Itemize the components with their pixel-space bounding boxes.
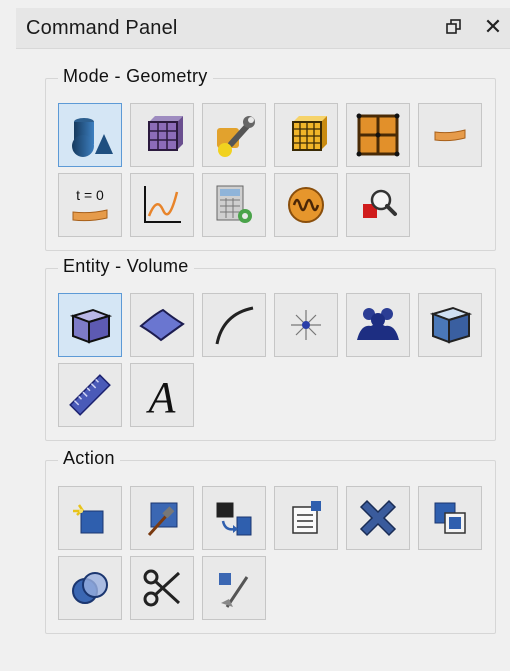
body-cube-icon — [429, 306, 473, 344]
boolean-action-button[interactable] — [58, 556, 122, 620]
restore-window-icon[interactable] — [443, 16, 465, 38]
group-people-icon — [357, 308, 399, 340]
inspect-mode-button[interactable] — [346, 173, 410, 237]
entity-volume-group: Entity - Volume A — [45, 256, 496, 441]
geometry-mode-button[interactable] — [58, 103, 122, 167]
ruler-icon — [69, 374, 111, 416]
body-entity-button[interactable] — [418, 293, 482, 357]
magnifier-icon — [363, 189, 397, 218]
transform-action-button[interactable] — [202, 486, 266, 550]
mode-group-label: Mode - Geometry — [58, 66, 213, 87]
geometry-shapes-icon — [72, 118, 113, 157]
text-label-icon: A — [146, 373, 177, 420]
modify-hammer-icon — [147, 502, 178, 537]
volume-entity-button[interactable] — [58, 293, 122, 357]
surface-icon — [139, 308, 185, 342]
wrench-material-icon — [217, 116, 255, 157]
cleanup-action-button[interactable] — [202, 556, 266, 620]
delete-x-icon — [359, 499, 397, 537]
boolean-rings-icon — [72, 572, 108, 604]
beam-icon — [434, 129, 466, 142]
curve-entity-button[interactable] — [202, 293, 266, 357]
cut-action-button[interactable] — [130, 556, 194, 620]
analysis-plot-mode-button[interactable] — [130, 173, 194, 237]
mesh-mode-button[interactable] — [130, 103, 194, 167]
action-group-label: Action — [58, 448, 120, 469]
create-sparkle-icon — [73, 504, 104, 534]
calculator-gear-icon — [216, 185, 252, 223]
orange-mesh-cube-icon — [292, 116, 327, 151]
copy-action-button[interactable] — [418, 486, 482, 550]
close-icon[interactable]: ✕ — [482, 16, 504, 38]
mode-geometry-group: Mode - Geometry t = 0 — [45, 66, 496, 251]
group-entity-button[interactable] — [346, 293, 410, 357]
measure-entity-button[interactable] — [58, 363, 122, 427]
entity-group-label: Entity - Volume — [58, 256, 194, 277]
boundary-conditions-mode-button[interactable] — [418, 103, 482, 167]
analysis-setup-mode-button[interactable] — [202, 173, 266, 237]
label-entity-button[interactable]: A — [130, 363, 194, 427]
properties-mode-button[interactable] — [202, 103, 266, 167]
surface-entity-button[interactable] — [130, 293, 194, 357]
curve-icon — [215, 306, 254, 345]
signal-mode-button[interactable] — [274, 173, 338, 237]
properties-action-button[interactable] — [274, 486, 338, 550]
copy-squares-icon — [434, 502, 466, 534]
vertex-icon — [291, 310, 321, 340]
volume-cube-icon — [69, 308, 113, 344]
transform-icon — [216, 502, 252, 536]
initial-conditions-mode-button[interactable]: t = 0 — [58, 173, 122, 237]
grid-mode-button[interactable] — [346, 103, 410, 167]
time-zero-icon: t = 0 — [72, 187, 108, 222]
action-group: Action — [45, 448, 496, 634]
hex-mesh-mode-button[interactable] — [274, 103, 338, 167]
properties-list-icon — [292, 501, 321, 534]
grid-icon — [356, 113, 400, 157]
delete-action-button[interactable] — [346, 486, 410, 550]
mesh-cube-icon — [148, 116, 183, 151]
panel-title: Command Panel — [26, 17, 178, 39]
tool-label: A — [146, 373, 177, 420]
vertex-entity-button[interactable] — [274, 293, 338, 357]
create-action-button[interactable] — [58, 486, 122, 550]
tool-label: t = 0 — [76, 187, 104, 203]
command-panel-titlebar: Command Panel ✕ — [16, 8, 510, 49]
scissors-icon — [143, 569, 181, 607]
wave-icon — [288, 187, 324, 223]
broom-cube-icon — [219, 573, 249, 608]
modify-action-button[interactable] — [130, 486, 194, 550]
plot-curve-icon — [144, 186, 181, 223]
